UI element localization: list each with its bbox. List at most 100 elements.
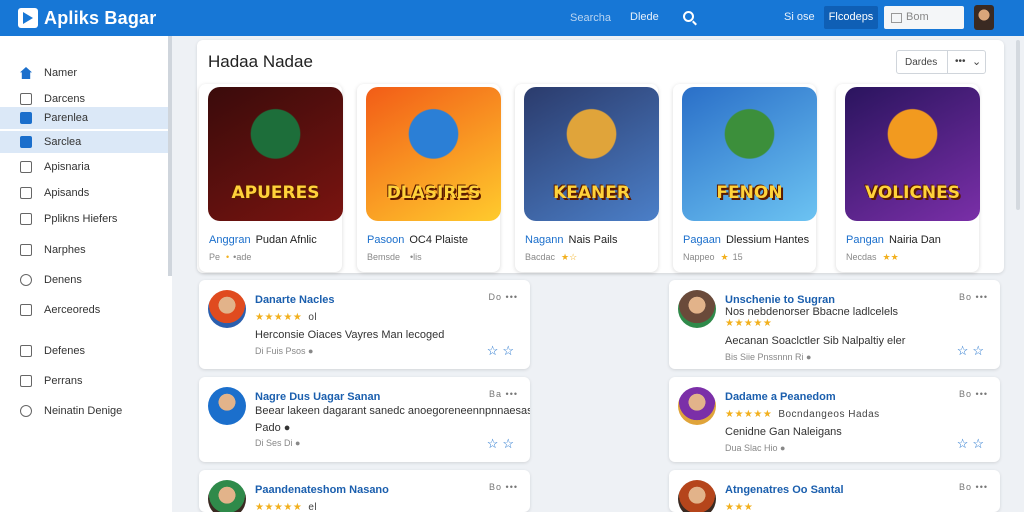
page-scrollbar[interactable]	[1016, 40, 1020, 210]
sidebar-item-label: Aerceoreds	[44, 304, 101, 316]
more-options-icon[interactable]: Do •••	[489, 292, 518, 302]
sidebar-item-label: Perrans	[44, 375, 83, 387]
sort-dropdown[interactable]: Dardes ••• ⌄	[896, 50, 986, 74]
sidebar-item-6[interactable]: Pplikns Hiefers	[0, 208, 168, 230]
sidebar-item-label: Namer	[44, 67, 78, 79]
review-card[interactable]: Unschenie to Sugran Nos nebdenorser Bbacn…	[669, 280, 1000, 369]
reviewer-name[interactable]: Paandenateshom Nasano	[255, 484, 389, 496]
app-category[interactable]: Anggran	[209, 234, 251, 246]
app-meta-prefix: Bemsde	[367, 252, 401, 262]
reviewer-name[interactable]: Unschenie to Sugran	[725, 294, 835, 306]
more-icon[interactable]: •••	[955, 56, 966, 67]
app-title-row[interactable]: Nagann Nais Pails	[525, 234, 617, 246]
app-thumbnail[interactable]: FENON	[682, 87, 817, 221]
app-name: OC4 Plaiste	[409, 234, 469, 246]
sidebar-item-9[interactable]: Aerceoreds	[0, 299, 168, 321]
app-meta-suffix: 15	[732, 252, 743, 262]
sidebar-item-3[interactable]: Sarclea	[0, 131, 168, 153]
avatar[interactable]	[678, 290, 716, 328]
image-icon	[20, 244, 32, 256]
review-meta: Di Fuis Psos ●	[255, 346, 314, 356]
app-thumbnail-title: KEANER	[553, 183, 630, 203]
star-actions-icon[interactable]: ☆☆	[487, 436, 518, 452]
featured-app-card[interactable]: VOLICNES Pangan Nairia Dan Necdas ★★	[836, 84, 980, 272]
search-input[interactable]: Bom	[884, 6, 964, 29]
calendar-icon	[20, 375, 32, 387]
review-card[interactable]: Atngenatres Oo Santal★★★Deers lanoo Skav…	[669, 470, 1000, 512]
app-title-row[interactable]: Anggran Pudan Afnlic	[209, 234, 317, 246]
sidebar-item-2[interactable]: Parenlea	[0, 107, 168, 129]
star-actions-icon[interactable]: ☆☆	[487, 343, 518, 359]
more-options-icon[interactable]: Bo •••	[959, 482, 988, 492]
app-category[interactable]: Nagann	[525, 234, 564, 246]
sidebar-scrollbar[interactable]	[168, 36, 172, 276]
sidebar-item-5[interactable]: Apisands	[0, 182, 168, 204]
search-icon[interactable]	[683, 11, 694, 22]
review-card[interactable]: Danarte Nacles ★★★★★ ol Herconsie Oiaces Va…	[199, 280, 530, 369]
reviewer-name[interactable]: Atngenatres Oo Santal	[725, 484, 844, 496]
featured-app-card[interactable]: DLASIRES Pasoon OC4 Plaiste Bemsde •lis	[357, 84, 501, 272]
sidebar-item-label: Apisnaria	[44, 161, 90, 173]
sidebar-item-4[interactable]: Apisnaria	[0, 156, 168, 178]
sidebar-item-8[interactable]: Denens	[0, 269, 168, 291]
app-meta: Pe • •ade	[209, 252, 251, 262]
signin-button[interactable]: Flcodeps	[824, 6, 878, 29]
sidebar-item-12[interactable]: Neinatin Denige	[0, 400, 168, 422]
app-meta-prefix: Nappeo	[683, 252, 715, 262]
featured-app-card[interactable]: APUERES Anggran Pudan Afnlic Pe • •ade	[199, 84, 343, 272]
sidebar-item-0[interactable]: Namer	[0, 62, 168, 84]
app-category[interactable]: Pasoon	[367, 234, 404, 246]
sidebar-item-10[interactable]: Defenes	[0, 340, 168, 362]
review-stars: ★★★★★ el	[255, 502, 317, 512]
app-title-row[interactable]: Pangan Nairia Dan	[846, 234, 941, 246]
app-rating: ★☆	[561, 252, 578, 262]
star-actions-icon[interactable]: ☆☆	[957, 436, 988, 452]
app-title-row[interactable]: Pasoon OC4 Plaiste	[367, 234, 468, 246]
app-thumbnail[interactable]: DLASIRES	[366, 87, 501, 221]
app-category[interactable]: Pagaan	[683, 234, 721, 246]
circle-icon	[20, 274, 32, 286]
reviewer-name[interactable]: Dadame a Peanedom	[725, 391, 836, 403]
avatar[interactable]	[208, 480, 246, 512]
sidebar-item-7[interactable]: Narphes	[0, 239, 168, 261]
review-card[interactable]: Nagre Dus Uagar Sanan Beear lakeen dagara…	[199, 377, 530, 462]
nav-link-1[interactable]: Searcha	[570, 12, 611, 24]
app-meta: Nappeo ★ 15	[683, 252, 743, 263]
app-thumbnail[interactable]: KEANER	[524, 87, 659, 221]
nav-link-3[interactable]: Si ose	[784, 11, 815, 23]
app-title-row[interactable]: Pagaan Dlessium Hantes	[683, 234, 809, 246]
app-rating: ★★	[882, 252, 899, 262]
avatar[interactable]	[208, 290, 246, 328]
box-icon	[20, 345, 32, 357]
review-meta: Di Ses Di ●	[255, 438, 301, 448]
review-stars: ★★★★★ ol	[255, 312, 317, 323]
review-card[interactable]: Paandenateshom Nasano ★★★★★ el Bo •••	[199, 470, 530, 512]
avatar[interactable]	[678, 480, 716, 512]
reviewer-name[interactable]: Nagre Dus Uagar Sanan	[255, 391, 380, 403]
featured-app-card[interactable]: KEANER Nagann Nais Pails Bacdac ★☆	[515, 84, 659, 272]
more-options-icon[interactable]: Bo •••	[959, 292, 988, 302]
brand[interactable]: Apliks Bagar	[18, 8, 218, 29]
sidebar-item-11[interactable]: Perrans	[0, 370, 168, 392]
review-card[interactable]: Dadame a Peanedom ★★★★★ Bocndangeos Hadas C…	[669, 377, 1000, 462]
app-meta: Bacdac ★☆	[525, 252, 581, 263]
user-avatar[interactable]	[974, 5, 994, 30]
app-category[interactable]: Pangan	[846, 234, 884, 246]
app-thumbnail[interactable]: APUERES	[208, 87, 343, 221]
sort-label: Dardes	[905, 57, 938, 68]
app-thumbnail-title: FENON	[716, 183, 783, 203]
chevron-down-icon[interactable]: ⌄	[972, 55, 981, 68]
more-options-icon[interactable]: Ba •••	[489, 389, 518, 399]
featured-app-card[interactable]: FENON Pagaan Dlessium Hantes Nappeo ★ 15	[673, 84, 817, 272]
avatar[interactable]	[208, 387, 246, 425]
sidebar-item-label: Parenlea	[44, 112, 89, 124]
review-text: Herconsie Oiaces Vayres Man lecoged	[255, 329, 445, 341]
app-thumbnail[interactable]: VOLICNES	[845, 87, 980, 221]
review-meta: Bis Siie Pnssnnn Ri ●	[725, 352, 812, 362]
avatar[interactable]	[678, 387, 716, 425]
more-options-icon[interactable]: Bo •••	[959, 389, 988, 399]
reviewer-name[interactable]: Danarte Nacles	[255, 294, 335, 306]
nav-link-2[interactable]: Dlede	[630, 11, 659, 23]
more-options-icon[interactable]: Bo •••	[489, 482, 518, 492]
star-actions-icon[interactable]: ☆☆	[957, 343, 988, 359]
